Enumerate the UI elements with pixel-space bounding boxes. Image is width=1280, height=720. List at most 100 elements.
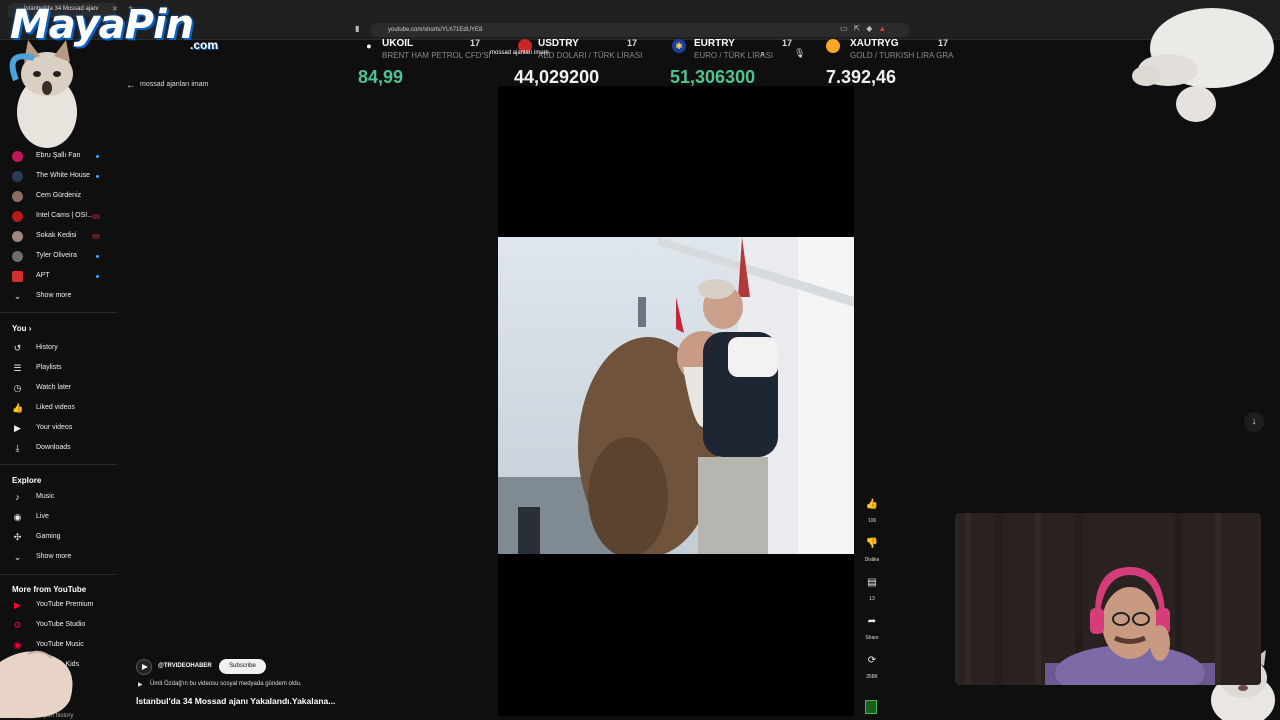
ticker-symbol: EURTRY: [694, 38, 735, 49]
sidebar-item-subscription[interactable]: The White House: [0, 168, 118, 186]
sidebar-item-gaming[interactable]: ✣ Gaming: [0, 529, 118, 547]
you-heading[interactable]: You ›: [12, 324, 31, 333]
live-indicator: [92, 214, 100, 219]
url-text: youtube.com/shorts/YLh71EdUYE8: [388, 27, 483, 33]
gold-coin-icon: [826, 39, 840, 53]
sidebar-item-label: History: [36, 344, 58, 351]
channel-name[interactable]: @TRVIDEOHABER: [158, 663, 212, 669]
youtube-premium-icon: ▶: [14, 600, 21, 610]
sidebar-divider: [0, 574, 116, 575]
sidebar-item-label: Playlists: [36, 364, 62, 371]
ticker-usdtry: USDTRY ABD DOLARI / TÜRK LİRASI 44,02920…: [514, 34, 654, 90]
new-content-dot: [96, 175, 99, 178]
sidebar-item-subscription[interactable]: APT: [0, 268, 118, 286]
ticker-value: 44,029200: [514, 67, 600, 87]
chevron-down-icon: ⌄: [13, 291, 22, 301]
sidebar-item-label: Ebru Şallı Fan: [36, 152, 81, 159]
sidebar-item-liked-videos[interactable]: 👍 Liked videos: [0, 400, 118, 418]
sidebar-divider: [0, 464, 116, 465]
sidebar-item-live[interactable]: ◉ Live: [0, 509, 118, 527]
next-video-button[interactable]: ↓: [1244, 412, 1264, 432]
play-icon[interactable]: ▶: [138, 681, 143, 688]
share-page-icon[interactable]: ⇱: [854, 24, 867, 33]
dislike-button[interactable]: 👎 Dislike: [860, 533, 884, 563]
back-arrow-icon[interactable]: ←: [126, 80, 136, 91]
clock-icon: ◷: [13, 383, 22, 393]
channel-avatar: [12, 231, 23, 242]
chevron-down-icon: ⌄: [13, 552, 22, 562]
share-button[interactable]: ➦ Share: [860, 611, 884, 641]
sidebar: Ebru Şallı Fan The White House Cem Gürde…: [0, 140, 118, 720]
sidebar-item-label: YouTube Studio: [36, 621, 86, 628]
logo-suffix: .com: [190, 38, 219, 52]
sidebar-item-history[interactable]: ↺ History: [0, 340, 118, 358]
bookmark-icon[interactable]: ▮: [355, 24, 359, 33]
video-title[interactable]: İstanbul'da 34 Mossad ajanı Yakalandı.Ya…: [136, 696, 335, 706]
channel-avatar[interactable]: [136, 659, 152, 675]
ticker-description: BRENT HAM PETROL CFD'Sİ: [382, 51, 491, 60]
sidebar-item-subscription[interactable]: Intel Cams | OSI...: [0, 208, 118, 226]
video-description[interactable]: Ümit Özdağ'ın bu videosu sosyal medyada …: [150, 681, 302, 687]
microphone-icon[interactable]: 🎙: [794, 48, 805, 59]
channel-avatar: [12, 251, 23, 262]
sidebar-item-show-more[interactable]: ⌄ Show more: [0, 549, 118, 567]
comment-count: 13: [869, 596, 875, 602]
sidebar-item-youtube-premium[interactable]: ▶ YouTube Premium: [0, 597, 118, 615]
tradingview-icon: 17: [470, 38, 481, 48]
new-content-dot: [96, 255, 99, 258]
live-icon: ◉: [13, 512, 22, 522]
sound-thumbnail[interactable]: [865, 700, 877, 714]
sidebar-item-music[interactable]: ♪ Music: [0, 489, 118, 507]
sidebar-item-show-more[interactable]: ⌄ Show more: [0, 288, 118, 306]
ticker-symbol: UKOIL: [382, 38, 414, 49]
more-from-youtube-heading: More from YouTube: [12, 585, 87, 594]
share-label: Share: [865, 635, 879, 641]
explore-heading: Explore: [12, 476, 42, 485]
youtube-studio-icon: ⚙: [13, 620, 22, 630]
search-icon[interactable]: ⌕: [760, 48, 765, 59]
thumb-up-icon: 👍: [865, 499, 879, 510]
ticker-value: 7.392,46: [826, 67, 897, 87]
extension-icon[interactable]: ◆: [866, 24, 878, 33]
ticker-xautryg: XAUTRYG GOLD / TURKISH LIRA GRA 7.392,46…: [826, 34, 966, 90]
sidebar-item-label: Gaming: [36, 533, 61, 540]
sidebar-item-label: Show more: [36, 553, 72, 560]
comments-button[interactable]: ▤ 13: [860, 572, 884, 602]
hand-overlay: [0, 650, 73, 719]
sidebar-item-downloads[interactable]: ⤓ Downloads: [0, 440, 118, 458]
screen-cast-icon[interactable]: ▭: [840, 24, 854, 33]
channel-avatar: [12, 271, 23, 282]
playlists-icon: ☰: [13, 363, 22, 373]
sidebar-item-playlists[interactable]: ☰ Playlists: [0, 360, 118, 378]
sidebar-item-watch-later[interactable]: ◷ Watch later: [0, 380, 118, 398]
gamepad-icon: ✣: [13, 532, 22, 542]
sidebar-item-label: The White House: [36, 172, 91, 179]
address-bar-actions: ▭⇱◆▲: [840, 24, 892, 33]
thumb-down-icon: 👎: [865, 538, 879, 549]
sidebar-item-label: APT: [36, 272, 50, 279]
channel-avatar: [12, 171, 23, 182]
tradingview-icon: 17: [627, 38, 638, 48]
sidebar-item-subscription[interactable]: Tyler Oliveira: [0, 248, 118, 266]
thumb-up-icon: 👍: [12, 403, 24, 413]
alert-icon[interactable]: ▲: [878, 24, 892, 33]
sidebar-item-subscription[interactable]: Cem Gürdeniz: [0, 188, 118, 206]
sidebar-item-subscription[interactable]: Ebru Şallı Fan: [0, 148, 118, 166]
sidebar-item-subscription[interactable]: Sokak Kedisi: [0, 228, 118, 246]
channel-avatar: [12, 211, 23, 222]
sidebar-item-label: Downloads: [36, 444, 71, 451]
sidebar-item-youtube-studio[interactable]: ⚙ YouTube Studio: [0, 617, 118, 635]
comment-icon: ▤: [867, 577, 877, 588]
sidebar-item-label: YouTube Premium: [36, 601, 94, 608]
sidebar-item-label: Your videos: [36, 424, 73, 431]
new-content-dot: [96, 275, 99, 278]
search-query-overlay: mossad ajanları imam: [490, 50, 549, 56]
sidebar-item-your-videos[interactable]: ▶ Your videos: [0, 420, 118, 438]
subscribe-button[interactable]: Subscribe: [219, 659, 266, 674]
like-button[interactable]: 👍 106: [860, 494, 884, 524]
history-icon: ↺: [13, 343, 22, 353]
remix-button[interactable]: ⟳ 358K: [860, 650, 884, 680]
ticker-symbol: USDTRY: [538, 38, 579, 49]
section-heading-label: You: [12, 324, 27, 333]
sidebar-item-label: Tyler Oliveira: [36, 252, 77, 259]
